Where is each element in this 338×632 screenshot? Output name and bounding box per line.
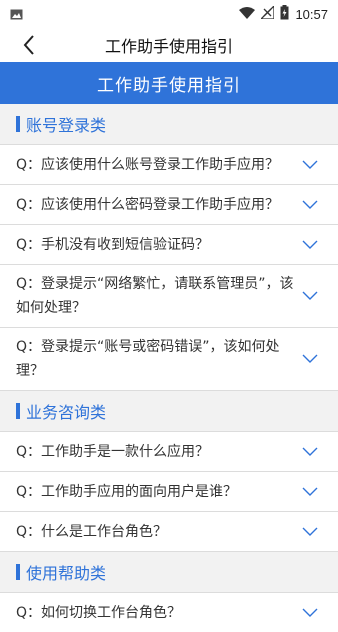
faq-item[interactable]: Q：应该使用什么账号登录工作助手应用？ — [0, 144, 338, 184]
faq-item[interactable]: Q：什么是工作台角色？ — [0, 511, 338, 551]
chevron-down-icon — [302, 200, 318, 209]
faq-item[interactable]: Q：应该使用什么密码登录工作助手应用？ — [0, 184, 338, 224]
faq-question: Q：应该使用什么密码登录工作助手应用？ — [16, 196, 280, 213]
chevron-down-icon — [302, 447, 318, 456]
section-title: 账号登录类 — [26, 116, 107, 135]
faq-question: Q：工作助手应用的面向用户是谁？ — [16, 483, 238, 500]
faq-question: Q：应该使用什么账号登录工作助手应用？ — [16, 156, 280, 173]
section-accent-bar — [16, 116, 20, 132]
chevron-down-icon — [302, 240, 318, 249]
status-bar: 10:57 — [0, 0, 338, 28]
faq-question: Q：登录提示“网络繁忙，请联系管理员”，该如何处理？ — [16, 276, 294, 316]
section-header-business-inquiry: 业务咨询类 — [0, 390, 338, 431]
section-header-usage-help: 使用帮助类 — [0, 551, 338, 592]
faq-question: Q：如何切换工作台角色？ — [16, 604, 182, 621]
faq-question: Q：手机没有收到短信验证码？ — [16, 236, 210, 253]
battery-charging-icon — [280, 5, 289, 23]
chevron-down-icon — [302, 354, 318, 363]
chevron-down-icon — [302, 527, 318, 536]
status-time: 10:57 — [295, 6, 328, 22]
faq-item[interactable]: Q：工作助手应用的面向用户是谁？ — [0, 471, 338, 511]
faq-question: Q：工作助手是一款什么应用？ — [16, 443, 210, 460]
wifi-icon — [239, 6, 256, 22]
page-title: 工作助手使用指引 — [104, 37, 233, 56]
section-accent-bar — [16, 403, 20, 419]
back-button[interactable] — [18, 34, 40, 56]
chevron-down-icon — [302, 160, 318, 169]
image-notification-icon — [10, 9, 23, 20]
guide-banner: 工作助手使用指引 — [0, 62, 338, 104]
section-title: 业务咨询类 — [26, 403, 107, 422]
section-accent-bar — [16, 564, 20, 580]
faq-question: Q：登录提示“账号或密码错误”，该如何处理？ — [16, 339, 280, 379]
faq-item[interactable]: Q：工作助手是一款什么应用？ — [0, 431, 338, 471]
chevron-down-icon — [302, 291, 318, 300]
chevron-down-icon — [302, 487, 318, 496]
faq-question: Q：什么是工作台角色？ — [16, 523, 168, 540]
faq-item[interactable]: Q：登录提示“网络繁忙，请联系管理员”，该如何处理？ — [0, 264, 338, 327]
faq-item[interactable]: Q：手机没有收到短信验证码？ — [0, 224, 338, 264]
section-header-account-login: 账号登录类 — [0, 104, 338, 144]
back-arrow-icon — [23, 35, 34, 55]
faq-item[interactable]: Q：如何切换工作台角色？ — [0, 592, 338, 632]
signal-icon — [259, 4, 276, 22]
banner-title: 工作助手使用指引 — [97, 75, 241, 96]
chevron-down-icon — [302, 608, 318, 617]
faq-item[interactable]: Q：登录提示“账号或密码错误”，该如何处理？ — [0, 327, 338, 390]
section-title: 使用帮助类 — [26, 564, 107, 583]
nav-bar: 工作助手使用指引 — [0, 28, 338, 62]
